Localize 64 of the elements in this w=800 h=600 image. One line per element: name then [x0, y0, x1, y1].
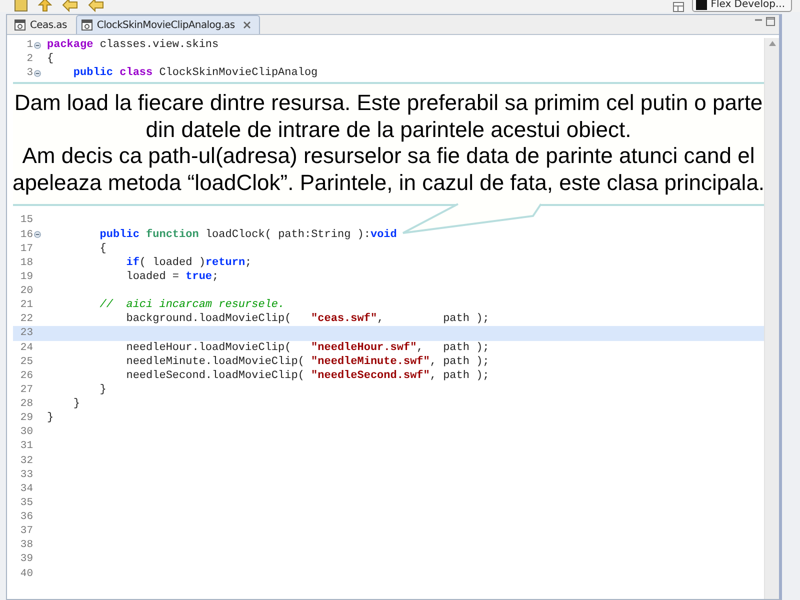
callout-text: Dam load la fiecare dintre resursa. Este preferabil sa primim cel putin o parte din datele de intrare de la parintele acestui obiect. — [13, 90, 764, 144]
code-line: { — [98, 242, 106, 255]
line-number: 22 — [19, 313, 33, 326]
code-line: { — [47, 53, 54, 66]
fold-toggle-icon[interactable] — [34, 231, 40, 238]
back-arrow-icon[interactable] — [62, 0, 78, 12]
line-number: 26 — [19, 370, 33, 382]
line-number: 33 — [19, 468, 33, 481]
line-number: 37 — [19, 525, 33, 538]
toolbar-icon[interactable] — [38, 0, 52, 12]
line-number: 27 — [19, 384, 33, 396]
open-perspective-icon[interactable] — [672, 2, 684, 12]
file-icon — [14, 19, 26, 31]
tab-label: Ceas.as — [30, 20, 67, 30]
code-line: needleSecond.loadMovieClip( "needleSecond.swf", path ); — [125, 370, 490, 382]
line-number: 18 — [19, 256, 33, 269]
code-line: } — [72, 398, 80, 410]
line-number: 30 — [19, 426, 33, 438]
editor-tab[interactable]: ClockSkinMovieClipAnalog.as — [76, 15, 260, 34]
tab-label: ClockSkinMovieClipAnalog.as — [96, 20, 235, 30]
line-number: 25 — [19, 356, 33, 368]
code-line: package classes.view.skins — [47, 39, 219, 52]
line-number: 1 — [26, 39, 33, 52]
line-number: 32 — [19, 454, 33, 467]
line-number: 20 — [19, 285, 33, 298]
code-line: } — [47, 412, 54, 424]
line-number: 19 — [19, 270, 33, 283]
file-icon — [80, 19, 93, 31]
line-number: 39 — [19, 553, 33, 566]
toolbar-icon[interactable] — [14, 0, 28, 12]
code-line: loaded = true; — [125, 270, 219, 283]
line-number: 35 — [19, 496, 33, 509]
line-number: 21 — [19, 299, 33, 312]
code-line: needleMinute.loadMovieClip( "needleMinute.swf", path ); — [125, 356, 490, 368]
code-line: if( loaded )return; — [125, 256, 252, 269]
line-number: 2 — [26, 53, 33, 66]
line-number: 36 — [19, 511, 33, 524]
line-number: 40 — [19, 568, 33, 580]
code-line: background.loadMovieClip( "ceas.swf", path ); — [125, 313, 490, 326]
scroll-up-icon[interactable] — [768, 41, 776, 46]
fold-toggle-icon[interactable] — [34, 70, 40, 77]
code-line: public class ClockSkinMovieClipAnalog — [72, 67, 318, 80]
line-number: 29 — [19, 412, 33, 424]
line-number: 31 — [19, 440, 33, 452]
line-number: 23 — [19, 327, 33, 340]
code-line: } — [98, 384, 106, 396]
line-number: 24 — [19, 342, 33, 354]
line-number: 16 — [19, 228, 33, 241]
line-number: 38 — [19, 539, 33, 552]
callout-text: Am decis ca path-ul(adresa) resurselor sa fie data de parinte atunci cand el apeleaza metoda “loadClok”. Parintele, in cazul de fata, este clasa principala. — [13, 143, 764, 196]
line-number: 34 — [19, 482, 33, 495]
code-line: needleHour.loadMovieClip( "needleHour.swf", path ); — [125, 342, 490, 354]
editor-tab[interactable]: Ceas.as — [9, 15, 76, 34]
line-number: 28 — [19, 398, 33, 410]
code-line: public function loadClock( path:String ):void — [98, 228, 397, 241]
code-line: // aici incarcam resursele. — [98, 299, 285, 312]
maximize-icon[interactable] — [766, 17, 775, 26]
forward-arrow-icon[interactable] — [88, 0, 104, 12]
line-number: 3 — [26, 67, 33, 80]
close-icon[interactable] — [242, 21, 251, 29]
fold-toggle-icon[interactable] — [34, 42, 40, 49]
scrollbar[interactable] — [764, 38, 779, 599]
line-number: 15 — [19, 214, 33, 226]
line-number: 17 — [19, 242, 33, 255]
